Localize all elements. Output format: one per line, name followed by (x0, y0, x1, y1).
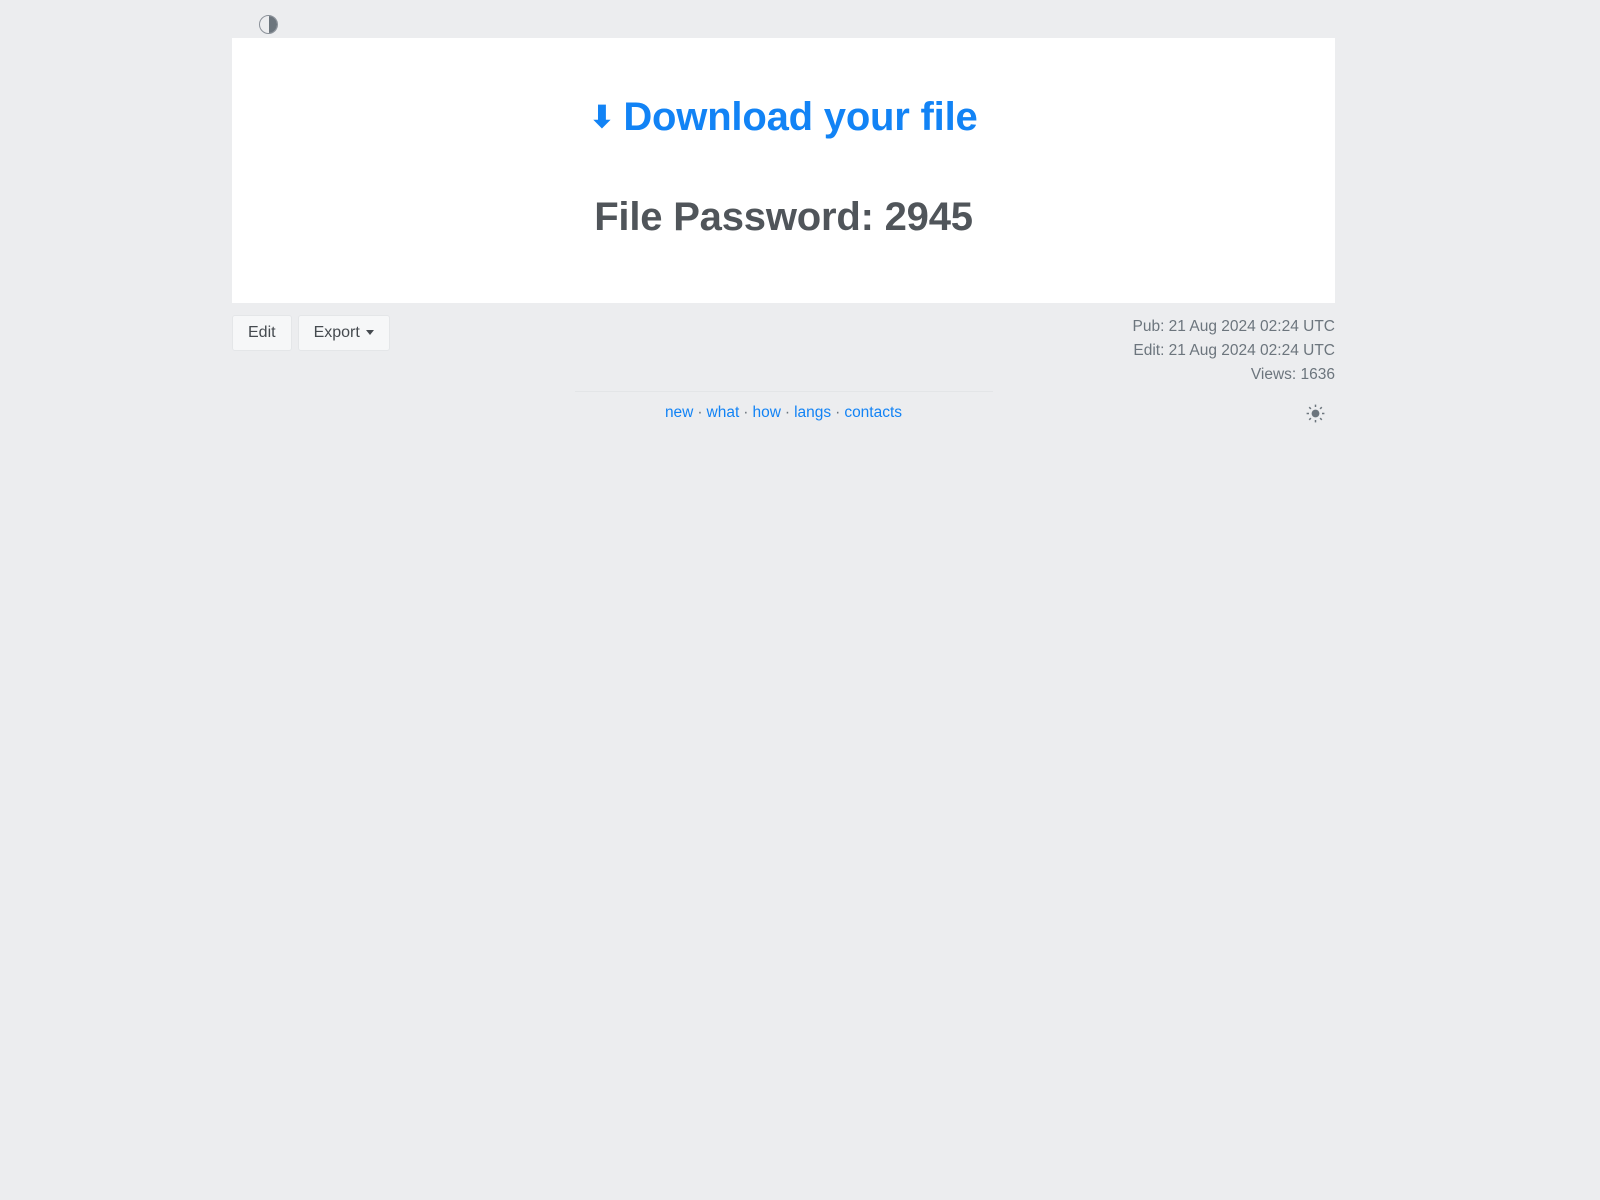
edit-button-label: Edit (248, 324, 276, 341)
footer-link-how[interactable]: how (752, 404, 780, 421)
card-inner: ⬇ Download your file File Password: 2945 (232, 38, 1335, 240)
download-row: ⬇ Download your file (232, 38, 1335, 139)
published-timestamp: Pub: 21 Aug 2024 02:24 UTC (1132, 318, 1335, 335)
chevron-down-icon (365, 330, 374, 335)
footer-separator: · (743, 404, 749, 421)
download-link-label: Download your file (623, 95, 978, 139)
footer-separator: · (784, 404, 791, 421)
half-circle-fill (268, 16, 277, 33)
footer-divider (575, 391, 993, 392)
sun-icon (1306, 404, 1325, 423)
content-card: ⬇ Download your file File Password: 2945 (232, 38, 1335, 303)
half-circle-contrast-icon (259, 15, 278, 34)
footer-link-langs[interactable]: langs (794, 404, 831, 421)
export-button-label: Export (313, 324, 360, 341)
edit-button[interactable]: Edit (232, 315, 292, 352)
light-mode-toggle-button[interactable] (1306, 404, 1325, 423)
views-count: Views: 1636 (1250, 365, 1335, 383)
contrast-toggle-button[interactable] (259, 15, 280, 36)
edited-timestamp: Edit: 21 Aug 2024 02:24 UTC (1133, 341, 1335, 359)
export-button[interactable]: Export (297, 315, 390, 352)
file-password-heading: File Password: 2945 (594, 195, 973, 239)
footer-link-what[interactable]: what (707, 404, 740, 421)
footer-link-contacts[interactable]: contacts (844, 404, 902, 421)
action-button-group: Edit Export (232, 315, 390, 352)
page-root: ⬇ Download your file File Password: 2945 … (0, 0, 1600, 1200)
footer-separator: · (697, 404, 703, 421)
download-file-link[interactable]: ⬇ Download your file (589, 95, 977, 139)
footer-separator: · (835, 404, 841, 421)
footer-link-new[interactable]: new (665, 404, 693, 421)
toolbar-row: Edit Export Pub: 21 Aug 2024 02:24 UTC E… (232, 303, 1335, 387)
download-arrow-icon: ⬇ (589, 101, 615, 134)
document-metadata: Pub: 21 Aug 2024 02:24 UTC Edit: 21 Aug … (1132, 315, 1335, 386)
footer-nav: new · what · how · langs · contacts (232, 402, 1335, 423)
